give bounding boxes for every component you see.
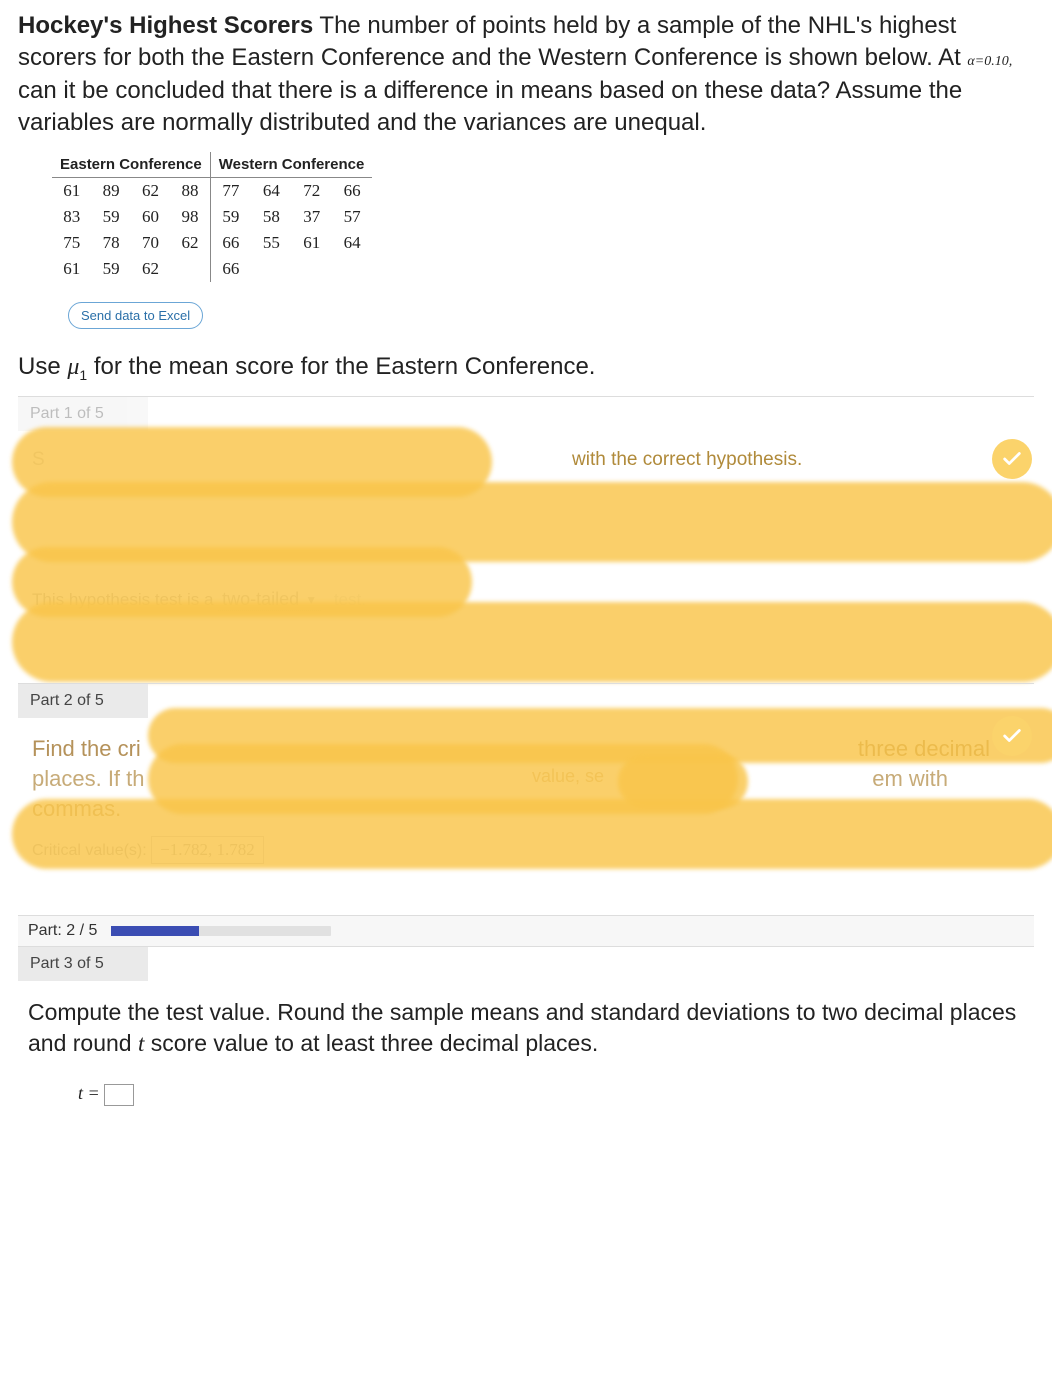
cell: 61 [292,230,332,256]
table-row: 83 59 60 98 59 58 37 57 [52,204,372,230]
progress-row: Part: 2 / 5 [18,915,1034,947]
part3-body-post: score value to at least three decimal pl… [144,1030,598,1056]
table-row: 61 59 62 66 [52,256,372,282]
cell: 62 [131,177,170,204]
part2-line1-right: three decimal [858,736,990,762]
cell: 72 [292,177,332,204]
cell: 98 [170,204,210,230]
t-value-input[interactable] [104,1084,134,1106]
cell: 55 [251,230,291,256]
cell: 58 [251,204,291,230]
cell [170,256,210,282]
part2-line2-left: places. If th [32,766,145,792]
table-row: 75 78 70 62 66 55 61 64 [52,230,372,256]
chevron-down-icon: ▼ [305,593,317,607]
two-tailed-pre: This hypothesis test is a [32,590,218,609]
part2-line1-left: Find the cri [32,736,141,762]
cell: 66 [210,256,251,282]
cell: 60 [131,204,170,230]
cell: 62 [131,256,170,282]
part2-line2-mid: value, se [532,766,604,787]
cell: 61 [52,177,91,204]
part-2-header: Part 2 of 5 [18,684,148,718]
use-mu-line: Use μ1 for the mean score for the Easter… [18,353,1034,383]
cell: 78 [91,230,130,256]
cell: 61 [52,256,91,282]
tail-type-value: two-tailed [222,589,299,610]
cell: 89 [91,177,130,204]
part-3-container: Part 3 of 5 Compute the test value. Roun… [18,947,1034,1116]
mu-symbol: μ [67,354,79,380]
part-1-header: Part 1 of 5 [18,397,148,431]
critical-value-label: Critical value(s): [32,842,147,859]
part2-line2-right: em with [872,766,948,792]
progress-bar [111,926,331,936]
cell: 64 [251,177,291,204]
part2-line3: commas. [32,796,1020,822]
part-1-container: Part 1 of 5 S with the correct hypothesi… [18,396,1034,661]
cell: 75 [52,230,91,256]
two-tailed-suffix: test. [334,590,366,609]
table-header-east: Eastern Conference [52,152,210,178]
cell: 59 [91,256,130,282]
prompt-title: Hockey's Highest Scorers [18,12,313,39]
cell [292,256,332,282]
use-pre: Use [18,353,67,380]
cell: 62 [170,230,210,256]
table-row: 61 89 62 88 77 64 72 66 [52,177,372,204]
cell: 37 [292,204,332,230]
part-3-header: Part 3 of 5 [18,947,148,981]
cell: 59 [210,204,251,230]
cell: 83 [52,204,91,230]
send-data-to-excel-button[interactable]: Send data to Excel [68,302,203,329]
cell [332,256,372,282]
cell: 66 [332,177,372,204]
cell: 66 [210,230,251,256]
question-prompt: Hockey's Highest Scorers The number of p… [18,10,1034,140]
data-table: Eastern Conference Western Conference 61… [52,152,372,282]
progress-fill [111,926,199,936]
progress-label: Part: 2 / 5 [28,922,97,940]
prompt-body-2: can it be concluded that there is a diff… [18,77,962,136]
t-equals-label: t = [78,1083,100,1103]
table-header-west: Western Conference [210,152,372,178]
tail-type-dropdown[interactable]: two-tailed ▼ [218,589,321,611]
cell: 70 [131,230,170,256]
cell: 59 [91,204,130,230]
part1-left-fragment: S [32,449,45,471]
cell: 57 [332,204,372,230]
alpha-expression: α=0.10, [967,54,1012,69]
cell [251,256,291,282]
cell: 88 [170,177,210,204]
cell: 64 [332,230,372,256]
critical-value-input[interactable]: −1.782, 1.782 [151,836,264,864]
cell: 77 [210,177,251,204]
part-2-container: Part 2 of 5 Find the cri three decimal p… [18,683,1034,893]
use-post: for the mean score for the Eastern Confe… [87,353,595,380]
part1-right-fragment: with the correct hypothesis. [572,449,802,471]
